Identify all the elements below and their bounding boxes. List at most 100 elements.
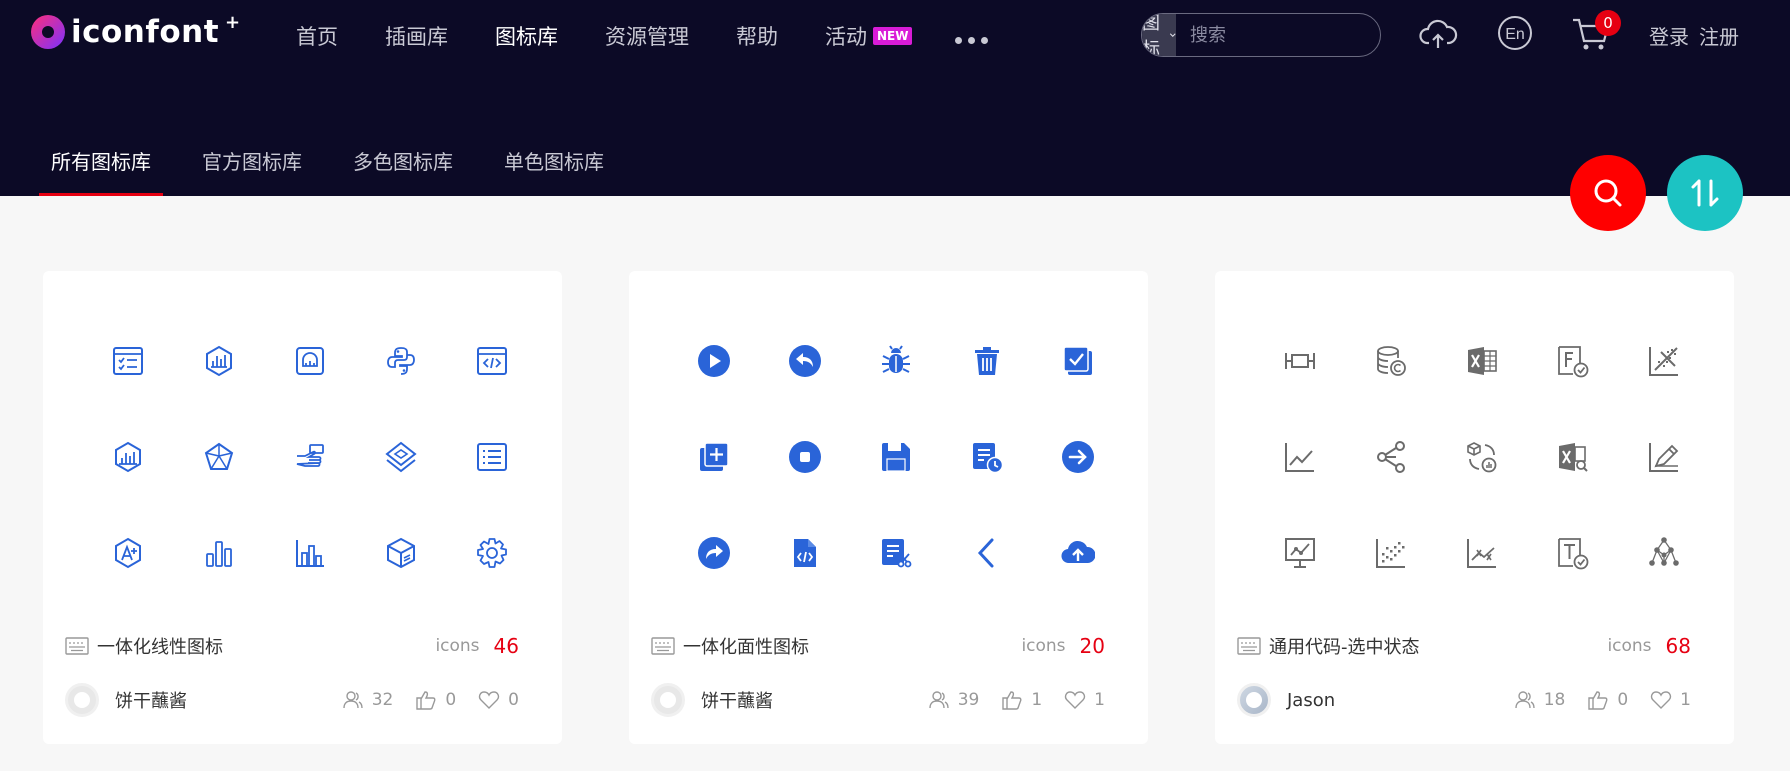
avatar[interactable] — [65, 683, 99, 717]
icon-count: 46 — [493, 634, 519, 658]
tab-all-libraries[interactable]: 所有图标库 — [39, 146, 163, 196]
favorites-stat[interactable]: 0 — [478, 690, 519, 710]
library-title[interactable]: 一体化面性图标 — [683, 633, 1021, 659]
icon-preview-grid — [1254, 313, 1709, 601]
likes-stat[interactable]: 1 — [1001, 690, 1042, 710]
icon-preview-grid — [82, 313, 537, 601]
followers-stat: 39 — [928, 690, 979, 710]
bug-icon — [850, 313, 941, 409]
favorites-stat[interactable]: 1 — [1064, 690, 1105, 710]
node-network-icon — [1618, 505, 1709, 601]
trash-icon — [941, 313, 1032, 409]
nav-item-illustrations[interactable]: 插画库 — [385, 21, 448, 51]
nav-item-activity[interactable]: 活动 NEW — [825, 21, 913, 51]
nav-item-resources[interactable]: 资源管理 — [605, 21, 689, 51]
library-card[interactable]: 通用代码-选中状态 icons 68 Jason 18 0 1 — [1215, 271, 1734, 744]
chart-edit-icon — [1618, 409, 1709, 505]
keyboard-icon — [651, 637, 675, 655]
likes-stat[interactable]: 0 — [1587, 690, 1628, 710]
database-coin-icon — [1345, 313, 1436, 409]
logo-mark-icon — [31, 15, 65, 49]
author-name[interactable]: 饼干蘸酱 — [701, 687, 906, 713]
author-name[interactable]: 饼干蘸酱 — [115, 687, 320, 713]
avatar[interactable] — [651, 683, 685, 717]
top-header: iconfont + 首页 插画库 图标库 资源管理 帮助 活动NEW 图标 E… — [0, 0, 1790, 196]
list-window-icon — [446, 409, 537, 505]
library-meta: 一体化线性图标 icons 46 — [65, 633, 519, 659]
more-icon[interactable] — [955, 36, 989, 44]
avatar[interactable] — [1237, 683, 1271, 717]
logo-text: iconfont — [71, 14, 220, 50]
register-link[interactable]: 注册 — [1699, 21, 1739, 50]
arrow-right-circle-icon — [1032, 409, 1123, 505]
hand-card-icon — [264, 409, 355, 505]
logo-plus: + — [225, 11, 241, 33]
search-type-select[interactable]: 图标 — [1142, 14, 1176, 56]
cart-count-badge: 0 — [1595, 10, 1621, 36]
upload-cloud-icon[interactable] — [1418, 14, 1458, 54]
logo[interactable]: iconfont + — [31, 11, 241, 50]
heart-icon — [479, 691, 500, 709]
excel-search-icon — [1527, 409, 1618, 505]
python-icon — [355, 313, 446, 409]
pentagon-network-icon — [173, 409, 264, 505]
library-tabs: 所有图标库 官方图标库 多色图标库 单色图标库 — [0, 146, 616, 196]
formula-check-icon — [1527, 313, 1618, 409]
likes-stat[interactable]: 0 — [415, 690, 456, 710]
new-badge: NEW — [873, 27, 913, 45]
library-card[interactable]: 一体化面性图标 icons 20 饼干蘸酱 39 1 1 — [629, 271, 1148, 744]
search-input[interactable] — [1176, 14, 1380, 56]
sort-arrows-icon — [1691, 179, 1719, 207]
add-copy-icon — [668, 409, 759, 505]
nav-item-icons[interactable]: 图标库 — [495, 21, 558, 51]
nav-item-help[interactable]: 帮助 — [736, 21, 778, 51]
library-author-row: 饼干蘸酱 39 1 1 — [651, 683, 1105, 717]
library-title[interactable]: 通用代码-选中状态 — [1269, 633, 1607, 659]
library-title[interactable]: 一体化线性图标 — [97, 633, 435, 659]
save-icon — [850, 409, 941, 505]
reply-circle-icon — [759, 313, 850, 409]
thumbs-up-icon — [1588, 691, 1608, 710]
svg-text:En: En — [1505, 26, 1525, 43]
stop-circle-icon — [759, 409, 850, 505]
author-name[interactable]: Jason — [1287, 690, 1492, 711]
followers-stat: 18 — [1514, 690, 1565, 710]
nav-item-home[interactable]: 首页 — [296, 21, 338, 51]
column-chart-icon — [264, 505, 355, 601]
search-fab-button[interactable] — [1570, 155, 1646, 231]
followers-stat: 32 — [342, 690, 393, 710]
chevron-down-icon — [1169, 33, 1176, 37]
trend-scatter-icon — [1436, 505, 1527, 601]
printer-box-icon — [264, 313, 355, 409]
hexagon-bars-icon — [82, 409, 173, 505]
line-chart-icon — [1254, 409, 1345, 505]
font-grade-icon — [82, 505, 173, 601]
tab-official-libraries[interactable]: 官方图标库 — [190, 146, 314, 196]
gear-icon — [446, 505, 537, 601]
tab-multicolor-libraries[interactable]: 多色图标库 — [341, 146, 465, 196]
sort-fab-button[interactable] — [1667, 155, 1743, 231]
icons-label: icons — [435, 636, 480, 656]
library-meta: 通用代码-选中状态 icons 68 — [1237, 633, 1691, 659]
library-card[interactable]: 一体化线性图标 icons 46 饼干蘸酱 32 0 0 — [43, 271, 562, 744]
document-clock-icon — [941, 409, 1032, 505]
users-icon — [1515, 691, 1535, 709]
cloud-upload-icon — [1032, 505, 1123, 601]
login-link[interactable]: 登录 — [1649, 21, 1689, 50]
thumbs-up-icon — [1002, 691, 1022, 710]
dimension-icon — [1254, 313, 1345, 409]
dot-plot-icon — [1345, 505, 1436, 601]
checkbox-icon — [1032, 313, 1123, 409]
keyboard-icon — [65, 637, 89, 655]
users-icon — [343, 691, 363, 709]
favorites-stat[interactable]: 1 — [1650, 690, 1691, 710]
library-author-row: Jason 18 0 1 — [1237, 683, 1691, 717]
checklist-window-icon — [82, 313, 173, 409]
language-en-icon[interactable]: En — [1496, 14, 1534, 52]
scatter-grid-icon — [1618, 313, 1709, 409]
cube-box-icon — [355, 505, 446, 601]
main-nav: 首页 插画库 图标库 资源管理 帮助 活动 NEW — [296, 21, 989, 51]
document-scissors-icon — [850, 505, 941, 601]
tab-monochrome-libraries[interactable]: 单色图标库 — [492, 146, 616, 196]
code-file-icon — [759, 505, 850, 601]
